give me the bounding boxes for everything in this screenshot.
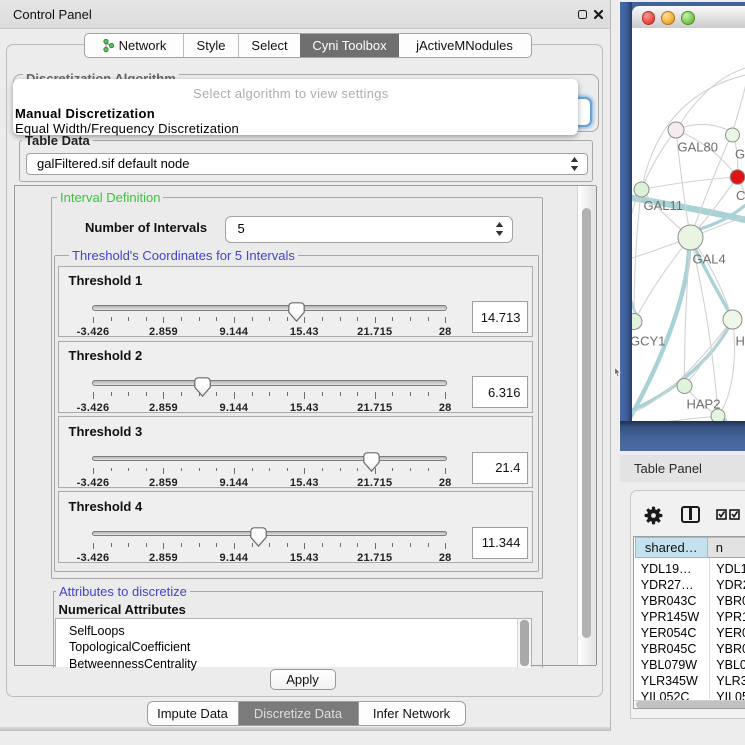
svg-text:G.: G. — [735, 146, 745, 161]
svg-text:C: C — [736, 188, 745, 203]
svg-text:H: H — [735, 333, 744, 348]
svg-text:GAL4: GAL4 — [692, 251, 725, 266]
svg-text:HAP2: HAP2 — [686, 396, 720, 411]
svg-text:GAL80: GAL80 — [677, 139, 717, 154]
svg-text:GCY1: GCY1 — [632, 333, 665, 348]
svg-text:GAL11: GAL11 — [643, 198, 683, 213]
